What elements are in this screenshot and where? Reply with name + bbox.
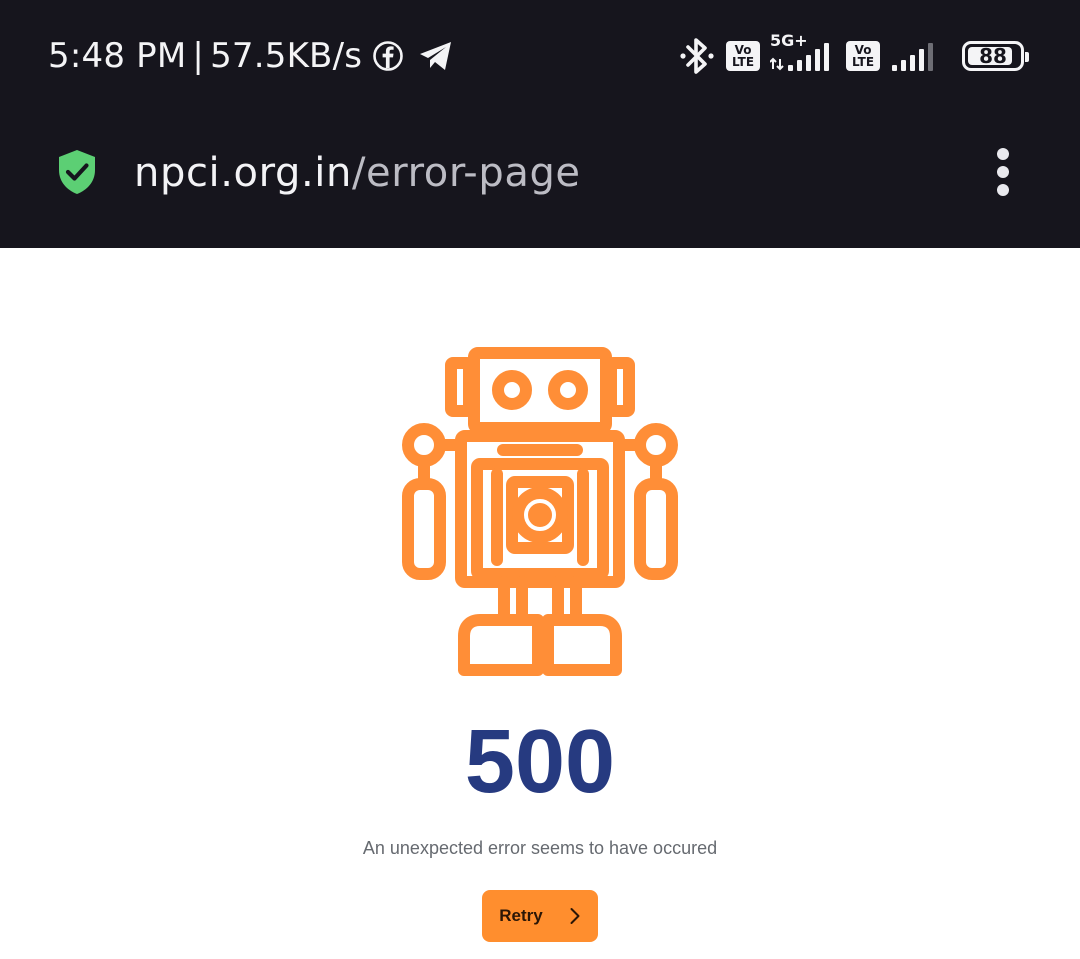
volte-bottom: LTE bbox=[851, 55, 875, 69]
url-host: npci.org.in bbox=[134, 150, 352, 196]
error-message: An unexpected error seems to have occure… bbox=[362, 838, 718, 858]
status-time: 5:48 PM bbox=[48, 36, 187, 76]
robot-icon bbox=[402, 347, 678, 676]
address-bar[interactable]: npci.org.in/error-page bbox=[0, 110, 1080, 248]
browser-top-bar: 5:48 PM | 57.5KB/s Vo LTE 5G+ Vo LTE 88 … bbox=[0, 0, 1080, 248]
network-speed: 57.5KB/s bbox=[210, 36, 363, 76]
signal-bars-sim2-icon bbox=[892, 43, 933, 71]
signal-sim1: 5G+ bbox=[770, 31, 836, 73]
status-left: 5:48 PM | 57.5KB/s bbox=[48, 34, 454, 78]
facebook-icon bbox=[373, 41, 403, 71]
menu-dot bbox=[997, 148, 1009, 160]
status-separator: | bbox=[192, 36, 205, 76]
menu-dot bbox=[997, 184, 1009, 196]
retry-button[interactable]: Retry bbox=[482, 890, 598, 942]
retry-label: Retry bbox=[499, 906, 543, 925]
shield-check-icon[interactable] bbox=[56, 148, 98, 196]
volte-badge-sim1: Vo LTE bbox=[726, 41, 760, 71]
url-text[interactable]: npci.org.in/error-page bbox=[134, 150, 581, 196]
battery-level: 88 bbox=[979, 44, 1007, 68]
error-code: 500 bbox=[464, 712, 616, 812]
bluetooth-icon bbox=[680, 38, 714, 74]
more-vertical-icon[interactable] bbox=[988, 148, 1018, 196]
volte-bottom: LTE bbox=[731, 55, 755, 69]
battery-indicator: 88 bbox=[962, 41, 1029, 71]
volte-badge-sim2: Vo LTE bbox=[846, 41, 880, 71]
chevron-right-icon bbox=[569, 907, 581, 925]
url-path: /error-page bbox=[351, 150, 581, 196]
status-bar: 5:48 PM | 57.5KB/s Vo LTE 5G+ Vo LTE 88 bbox=[0, 0, 1080, 110]
network-type-label: 5G+ bbox=[770, 31, 808, 50]
telegram-icon bbox=[420, 42, 452, 70]
status-right: Vo LTE 5G+ Vo LTE 88 bbox=[678, 31, 1029, 78]
menu-dot bbox=[997, 166, 1009, 178]
